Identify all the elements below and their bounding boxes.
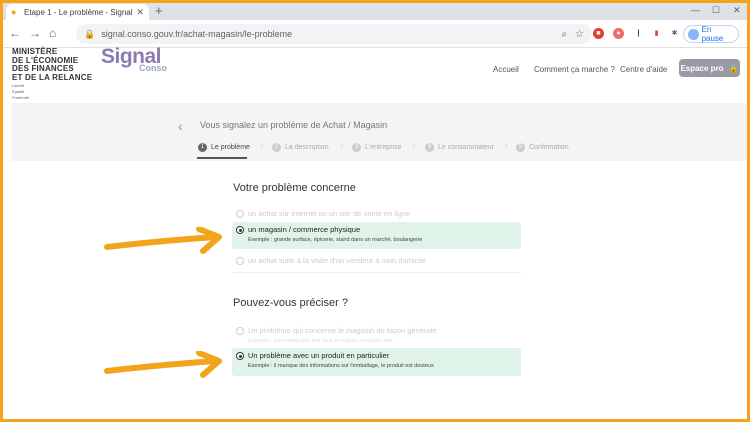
- radio-button-selected[interactable]: [236, 226, 244, 234]
- bar-extension-icon[interactable]: |: [633, 28, 644, 39]
- stepper-band: ‹ Vous signalez un problème de Achat / M…: [11, 103, 747, 161]
- signalconso-logo[interactable]: Signal Conso: [101, 46, 167, 74]
- nav-centre-aide[interactable]: Centre d'aide: [620, 65, 667, 74]
- step-confirmation[interactable]: 5 Confirmation: [516, 143, 569, 152]
- radio-button[interactable]: [236, 257, 244, 265]
- radio-option-magasin-general[interactable]: Un problème qui concerne le magasin de f…: [232, 323, 521, 348]
- step-separator-icon: ›: [505, 143, 508, 150]
- nav-accueil[interactable]: Accueil: [493, 65, 519, 74]
- radio-button-selected[interactable]: [236, 352, 244, 360]
- nav-comment-ca-marche[interactable]: Comment ça marche ?: [534, 65, 615, 74]
- radio-option-produit[interactable]: Un problème avec un produit en particuli…: [232, 348, 521, 376]
- site-header: MINISTÈRE DE L'ÉCONOMIE DES FINANCES ET …: [3, 46, 747, 102]
- tab-strip: ● Etape 1 - Le problème - SignalC... ✕ +…: [3, 3, 747, 20]
- lock-icon: 🔒: [84, 28, 96, 39]
- step-separator-icon: ›: [261, 143, 264, 150]
- extension-icon[interactable]: ●: [613, 28, 624, 39]
- radio-option-domicile[interactable]: un achat suite à la visite d'un vendeur …: [232, 253, 521, 268]
- address-bar[interactable]: 🔒 signal.conso.gouv.fr/achat-magasin/le-…: [76, 24, 592, 44]
- forward-arrow-icon[interactable]: →: [29, 26, 41, 40]
- browser-tab[interactable]: ● Etape 1 - Le problème - SignalC... ✕: [6, 4, 149, 20]
- chart-extension-icon[interactable]: ▮: [651, 28, 662, 39]
- avatar: [688, 28, 699, 40]
- radio-button[interactable]: [236, 327, 244, 335]
- step-la-description[interactable]: 2 La description: [272, 143, 329, 152]
- maximize-icon[interactable]: ☐: [712, 5, 720, 16]
- espace-pro-button[interactable]: Espace pro 🔓: [679, 59, 740, 77]
- profile-paused-button[interactable]: En pause: [683, 25, 739, 43]
- browser-toolbar: ← → ⌂ 🔒 signal.conso.gouv.fr/achat-magas…: [3, 20, 747, 48]
- tab-title: Etape 1 - Le problème - SignalC...: [24, 7, 132, 17]
- radio-button[interactable]: [236, 210, 244, 218]
- step-separator-icon: ›: [341, 143, 344, 150]
- tab-close-icon[interactable]: ✕: [136, 7, 144, 18]
- search-icon[interactable]: ⌕: [561, 29, 567, 40]
- question-2-title: Pouvez-vous préciser ?: [233, 297, 348, 309]
- annotation-arrow-icon: [104, 227, 222, 254]
- step-le-probleme[interactable]: 1 Le problème: [198, 143, 250, 152]
- lock-icon: 🔓: [728, 63, 739, 73]
- back-arrow-icon[interactable]: ←: [9, 26, 21, 40]
- chevron-left-icon[interactable]: ‹: [178, 118, 183, 134]
- step-separator-icon: ›: [413, 143, 416, 150]
- divider: [232, 272, 521, 273]
- page-title: Vous signalez un problème de Achat / Mag…: [200, 120, 388, 130]
- radio-option-magasin[interactable]: un magasin / commerce physique Exemple :…: [232, 222, 521, 249]
- puzzle-extensions-icon[interactable]: ✱: [669, 28, 680, 39]
- browser-frame: ● Etape 1 - Le problème - SignalC... ✕ +…: [3, 3, 747, 419]
- minimize-icon[interactable]: —: [691, 5, 700, 15]
- new-tab-button[interactable]: +: [155, 4, 163, 18]
- close-window-icon[interactable]: ✕: [733, 5, 741, 16]
- question-1-title: Votre problème concerne: [233, 182, 356, 194]
- annotation-arrow-icon: [104, 351, 222, 378]
- lightbulb-favicon-icon: ●: [11, 6, 17, 17]
- step-l-entreprise[interactable]: 3 L'entreprise: [352, 143, 401, 152]
- bookmark-star-icon[interactable]: ☆: [575, 29, 584, 40]
- active-step-underline: [197, 157, 247, 159]
- profile-status: En pause: [701, 25, 724, 43]
- step-le-consommateur[interactable]: 4 Le consommateur: [425, 143, 494, 152]
- home-icon[interactable]: ⌂: [49, 26, 56, 40]
- radio-option-internet[interactable]: un achat sur internet ou un site de vent…: [232, 206, 521, 221]
- stop-extension-icon[interactable]: ■: [593, 28, 604, 39]
- url-text: signal.conso.gouv.fr/achat-magasin/le-pr…: [101, 29, 293, 39]
- ministry-logo[interactable]: MINISTÈRE DE L'ÉCONOMIE DES FINANCES ET …: [12, 47, 92, 100]
